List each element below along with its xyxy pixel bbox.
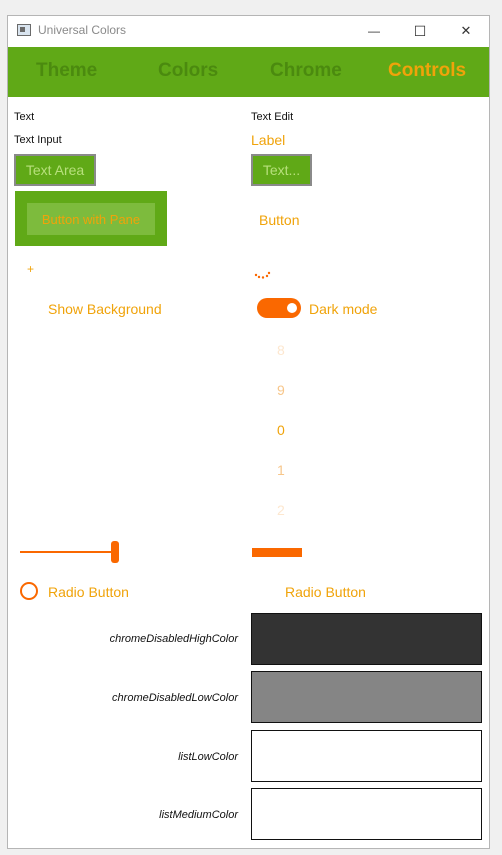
radio-button-right[interactable]: Radio Button [285,584,366,600]
text-field[interactable]: Text... [251,154,312,186]
button-pane: Button with Pane [15,191,167,246]
tumbler-item[interactable]: 1 [277,462,285,478]
tumbler-item-selected[interactable]: 0 [277,422,285,438]
color-swatch [251,671,482,723]
progress-bar [252,548,302,557]
tab-theme[interactable]: Theme [36,60,97,82]
color-swatch [251,613,482,665]
tab-colors[interactable]: Colors [158,60,218,82]
text-label: Text [14,111,35,123]
plain-button[interactable]: Button [259,212,299,228]
text-edit[interactable]: Text Edit [251,111,293,123]
minimize-button[interactable]: — [351,16,397,46]
swatch-label: listMediumColor [159,809,238,821]
app-icon [17,24,31,36]
slider-track[interactable] [20,551,114,553]
tumbler-item[interactable]: 8 [277,342,285,358]
swatch-label: chromeDisabledLowColor [112,692,238,704]
close-icon: ✕ [460,23,472,38]
plus-icon[interactable]: + [27,262,34,276]
busy-indicator-icon [254,271,271,279]
color-swatch [251,788,482,840]
color-swatch [251,730,482,782]
label-text: Label [251,132,286,148]
radio-button-left[interactable]: Radio Button [48,584,129,600]
tumbler-item[interactable]: 9 [277,382,285,398]
tab-chrome[interactable]: Chrome [270,60,342,82]
text-input[interactable]: Text Input [14,134,62,146]
tumbler-item[interactable]: 2 [277,502,285,518]
dark-mode-switch[interactable] [257,298,301,318]
window-title: Universal Colors [38,23,127,37]
maximize-icon: ☐ [413,22,427,39]
slider-handle[interactable] [111,541,119,563]
radio-button-indicator[interactable] [20,582,38,600]
swatch-label: listLowColor [178,751,238,763]
tab-controls[interactable]: Controls [388,60,466,82]
button-with-pane[interactable]: Button with Pane [27,203,155,235]
maximize-button[interactable]: ☐ [397,16,443,46]
swatch-label: chromeDisabledHighColor [109,633,238,645]
text-area[interactable]: Text Area [14,154,96,186]
app-window: Universal Colors — ☐ ✕ Theme Colors Chro… [7,15,490,849]
tab-bar: Theme Colors Chrome Controls [8,47,489,97]
close-button[interactable]: ✕ [443,16,489,46]
title-bar[interactable]: Universal Colors — ☐ ✕ [8,16,489,47]
dark-mode-label: Dark mode [309,301,378,317]
minimize-icon: — [368,24,380,38]
show-background-checkbox[interactable]: Show Background [48,301,162,317]
